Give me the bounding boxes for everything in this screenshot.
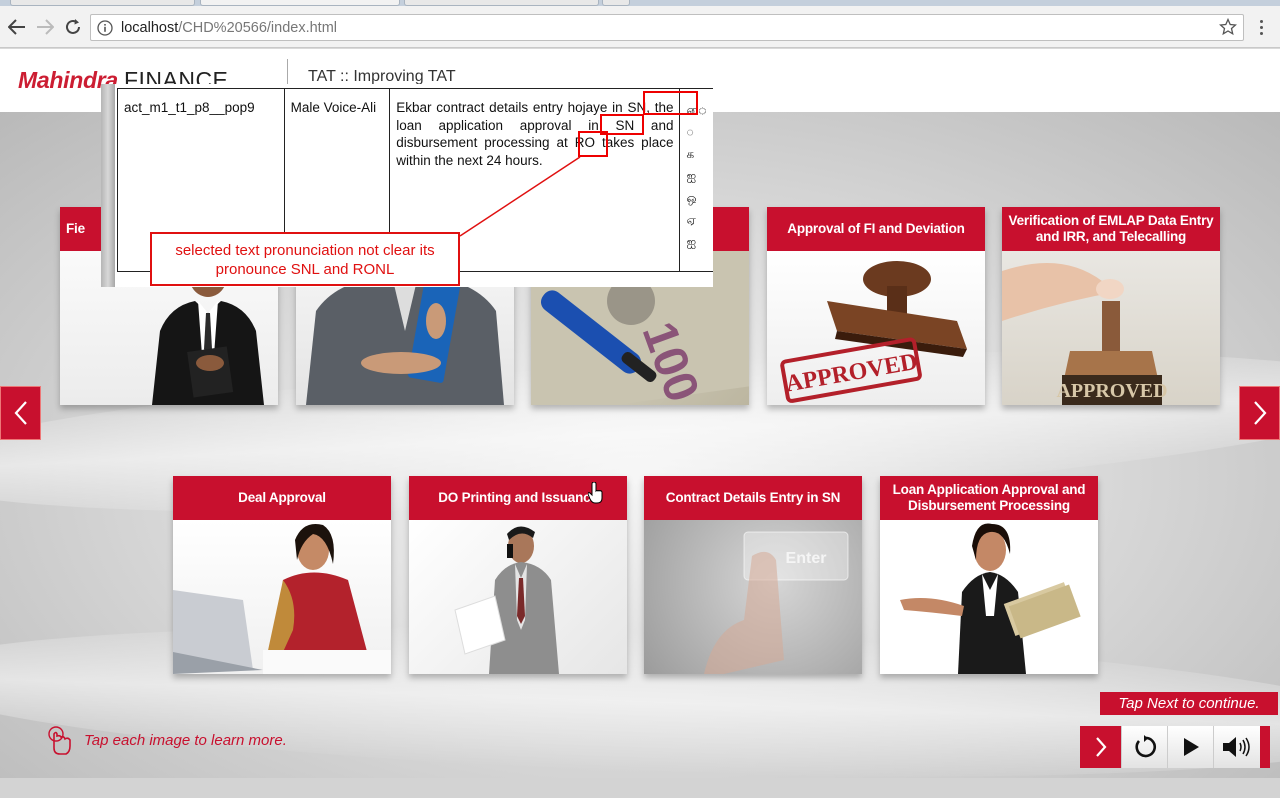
- footer-strip: [0, 778, 1280, 798]
- card-loan-application-approval[interactable]: Loan Application Approval and Disburseme…: [880, 476, 1098, 674]
- translation-cell: ை ◌ க ஐ ஒ ஏ ஐ: [679, 88, 713, 272]
- bookmark-star-icon[interactable]: [1219, 18, 1237, 36]
- woman-writing-image: [173, 520, 391, 674]
- enter-key-text: Enter: [786, 550, 827, 567]
- info-icon[interactable]: [97, 19, 113, 36]
- chevron-right-icon: [1095, 737, 1106, 757]
- forward-icon[interactable]: [32, 14, 58, 40]
- woman-with-cash-image: [880, 520, 1098, 674]
- play-icon: [1183, 738, 1199, 756]
- hand-cursor-icon: [588, 482, 603, 504]
- card-caption: Contract Details Entry in SN: [644, 476, 862, 520]
- card-caption: Deal Approval: [173, 476, 391, 520]
- play-button[interactable]: [1167, 726, 1213, 768]
- tap-hint: Tap each image to learn more.: [42, 724, 287, 756]
- next-arrow-button[interactable]: [1239, 386, 1280, 440]
- browser-toolbar: localhost/CHD%20566/index.html: [0, 6, 1280, 48]
- tap-next-label: Tap Next to continue.: [1100, 692, 1278, 715]
- next-button[interactable]: [1080, 726, 1121, 768]
- card-verification-emlap[interactable]: Verification of EMLAP Data Entry and IRR…: [1002, 207, 1220, 405]
- highlight-box-ro: [578, 131, 608, 157]
- card-approval-fi-deviation[interactable]: Approval of FI and Deviation APPROVED: [767, 207, 985, 405]
- replay-button[interactable]: [1121, 726, 1167, 768]
- address-bar[interactable]: localhost/CHD%20566/index.html: [90, 14, 1244, 41]
- stamp-text: APPROVED: [1056, 380, 1167, 402]
- card-do-printing-issuance[interactable]: DO Printing and Issuance: [409, 476, 627, 674]
- back-icon[interactable]: [4, 14, 30, 40]
- stamp-in-hand-image: APPROVED: [1002, 251, 1220, 405]
- tap-hint-text: Tap each image to learn more.: [84, 731, 287, 749]
- approved-stamp-image: APPROVED: [767, 251, 985, 405]
- player-controls: [1080, 726, 1280, 768]
- card-caption: Verification of EMLAP Data Entry and IRR…: [1002, 207, 1220, 251]
- card-caption: Approval of FI and Deviation: [767, 207, 985, 251]
- volume-button[interactable]: [1213, 726, 1260, 768]
- card-contract-details-entry-sn[interactable]: Contract Details Entry in SN Enter: [644, 476, 862, 674]
- controls-edge: [1260, 726, 1270, 768]
- url-text: localhost/CHD%20566/index.html: [121, 19, 338, 36]
- man-on-phone-image: [409, 520, 627, 674]
- highlight-box-sn: [643, 91, 698, 115]
- popup-scrollbar[interactable]: [101, 84, 115, 287]
- card-deal-approval[interactable]: Deal Approval: [173, 476, 391, 674]
- enter-touch-image: Enter: [644, 520, 862, 674]
- chevron-left-icon: [14, 401, 27, 425]
- previous-arrow-button[interactable]: [0, 386, 41, 440]
- chevron-right-icon: [1253, 401, 1266, 425]
- tap-hand-icon: [48, 726, 71, 755]
- speaker-icon: [1223, 737, 1250, 757]
- reload-icon[interactable]: [60, 14, 86, 40]
- card-caption: Loan Application Approval and Disburseme…: [880, 476, 1098, 520]
- browser-menu-icon[interactable]: [1254, 20, 1268, 36]
- replay-icon: [1134, 735, 1156, 758]
- annotation-callout: selected text pronunciation not clear it…: [150, 232, 460, 286]
